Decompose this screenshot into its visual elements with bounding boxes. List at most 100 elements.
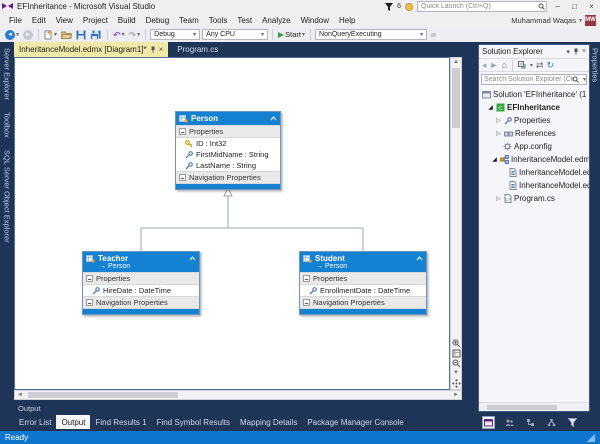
collapse-entity-icon[interactable]	[416, 256, 423, 261]
refresh-icon[interactable]: ↻	[546, 60, 554, 71]
editor-horizontal-scrollbar[interactable]: ◄ ►	[14, 390, 462, 400]
home-icon[interactable]: ⌂	[501, 60, 506, 70]
solution-explorer-scrollbar[interactable]	[479, 402, 589, 411]
undo-button[interactable]: ↶ ▾	[112, 30, 126, 40]
navigate-forward-button[interactable]: ▸	[22, 29, 34, 40]
tab-error-list[interactable]: Error List	[14, 415, 56, 429]
tree-item-inheritancemodel-child[interactable]: InheritanceModel.edmx	[479, 179, 589, 192]
property-row[interactable]: HireDate : DateTime	[83, 285, 199, 296]
menu-team[interactable]: Team	[174, 16, 204, 25]
sql-server-object-explorer-tab[interactable]: SQL Server Object Explorer	[2, 144, 13, 249]
menu-build[interactable]: Build	[113, 16, 141, 25]
open-file-button[interactable]	[60, 30, 73, 39]
resize-grip[interactable]	[587, 433, 595, 442]
user-dropdown-icon[interactable]: ▾	[579, 17, 582, 24]
editor-vertical-scrollbar[interactable]: ▲ ▼	[450, 57, 462, 390]
collapse-section-icon[interactable]	[179, 128, 186, 135]
collapse-all-icon[interactable]	[517, 60, 527, 70]
maximize-button[interactable]: □	[568, 1, 581, 12]
scrollbar-thumb[interactable]	[452, 68, 460, 128]
edmx-designer-canvas[interactable]: Person Properties ID: Int32 FirstMidNam…	[14, 57, 450, 390]
menu-edit[interactable]: Edit	[27, 16, 51, 25]
menu-file[interactable]: File	[4, 16, 27, 25]
pin-icon[interactable]	[150, 46, 156, 53]
tree-item-inheritancemodel-edmx[interactable]: ◢ InheritanceModel.edmx	[479, 153, 589, 166]
panel-menu-icon[interactable]: ▾	[566, 48, 570, 56]
toolbar-options-icon[interactable]	[429, 31, 438, 39]
menu-analyze[interactable]: Analyze	[257, 16, 295, 25]
property-row[interactable]: FirstMidName : String	[176, 149, 280, 160]
feedback-icon[interactable]	[405, 2, 413, 11]
tree-item-program-cs[interactable]: ▷ C# Program.cs	[479, 192, 589, 205]
expanded-arrow-icon[interactable]: ◢	[491, 156, 498, 163]
menu-window[interactable]: Window	[296, 16, 334, 25]
scroll-up-icon[interactable]: ▲	[453, 58, 459, 67]
tab-find-symbol-results[interactable]: Find Symbol Results	[152, 415, 235, 429]
collapse-entity-icon[interactable]	[189, 256, 196, 261]
class-view-tab-icon[interactable]	[524, 416, 537, 429]
scrollbar-thumb[interactable]	[487, 404, 557, 410]
navigate-back-button[interactable]: ◂ ▾	[4, 29, 20, 40]
save-button[interactable]	[75, 30, 87, 40]
entity-student[interactable]: Student → Person Properties EnrollmentDa…	[299, 251, 427, 315]
team-explorer-tab-icon[interactable]	[503, 416, 516, 429]
collapsed-arrow-icon[interactable]: ▷	[495, 117, 502, 124]
collapse-section-icon[interactable]	[303, 275, 310, 282]
expanded-arrow-icon[interactable]: ◢	[487, 104, 494, 111]
collapse-section-icon[interactable]	[303, 299, 310, 306]
tab-mapping-details[interactable]: Mapping Details	[235, 415, 302, 429]
solution-platform-dropdown[interactable]: Any CPU ▾	[202, 29, 269, 40]
property-row[interactable]: EnrollmentDate : DateTime	[300, 285, 426, 296]
server-explorer-tab[interactable]: Server Explorer	[2, 42, 13, 106]
filter-tab-icon[interactable]	[566, 416, 579, 429]
tree-item-solution[interactable]: Solution 'EFInheritance' (1 project)	[479, 88, 589, 101]
quick-launch-input[interactable]	[417, 1, 547, 12]
collapse-section-icon[interactable]	[86, 299, 93, 306]
menu-debug[interactable]: Debug	[141, 16, 175, 25]
minimize-button[interactable]: –	[551, 1, 564, 12]
close-tab-icon[interactable]: ×	[159, 45, 164, 54]
property-row[interactable]: ID : Int32	[176, 138, 280, 149]
redo-button[interactable]: ↷ ▾	[128, 30, 142, 40]
menu-test[interactable]: Test	[232, 16, 257, 25]
avatar[interactable]: MW	[585, 14, 596, 26]
scroll-left-icon[interactable]: ◄	[15, 392, 25, 398]
pin-icon[interactable]	[573, 48, 579, 55]
output-panel-title[interactable]: Output	[14, 404, 462, 415]
collapse-section-icon[interactable]	[86, 275, 93, 282]
scroll-right-icon[interactable]: ►	[451, 392, 461, 398]
entity-teacher[interactable]: Teacher → Person Properties HireDate: D…	[82, 251, 200, 315]
solution-explorer-title-bar[interactable]: Solution Explorer ▾ ×	[479, 45, 589, 58]
collapsed-arrow-icon[interactable]: ▷	[495, 130, 502, 137]
properties-tab[interactable]: Properties	[590, 42, 600, 88]
object-browser-tab-icon[interactable]	[545, 416, 558, 429]
save-all-button[interactable]	[89, 30, 103, 40]
sync-with-active-document-icon[interactable]: ⇄	[536, 60, 544, 71]
collapse-section-icon[interactable]	[179, 174, 186, 181]
search-options-icon[interactable]: ▾	[583, 76, 586, 83]
tree-item-app-config[interactable]: App.config	[479, 140, 589, 153]
pan-icon[interactable]	[451, 379, 461, 388]
zoom-in-icon[interactable]	[452, 339, 461, 348]
close-panel-icon[interactable]: ×	[582, 48, 586, 55]
new-item-button[interactable]: ▾	[43, 29, 58, 40]
zoom-out-icon[interactable]	[452, 359, 461, 368]
menu-view[interactable]: View	[51, 16, 78, 25]
tab-program-cs[interactable]: Program.cs	[168, 42, 227, 57]
user-name[interactable]: Muhammad Waqas	[511, 16, 576, 25]
tab-find-results-1[interactable]: Find Results 1	[90, 415, 151, 429]
scope-dropdown-icon[interactable]: ▾	[530, 62, 533, 69]
property-row[interactable]: LastName : String	[176, 160, 280, 171]
collapsed-arrow-icon[interactable]: ▷	[495, 195, 502, 202]
toolbox-tab[interactable]: Toolbox	[2, 106, 13, 144]
back-icon[interactable]: ◂	[482, 60, 487, 71]
tab-package-manager-console[interactable]: Package Manager Console	[302, 415, 409, 429]
forward-icon[interactable]: ►	[490, 60, 499, 70]
entity-person[interactable]: Person Properties ID: Int32 FirstMidNam…	[175, 111, 281, 190]
menu-help[interactable]: Help	[334, 16, 360, 25]
menu-tools[interactable]: Tools	[204, 16, 233, 25]
collapse-entity-icon[interactable]	[270, 116, 277, 121]
tree-item-project-efinheritance[interactable]: ◢ C EFInheritance	[479, 101, 589, 114]
tree-item-inheritancemodel-child[interactable]: InheritanceModel.edmx	[479, 166, 589, 179]
tree-item-properties[interactable]: ▷ Properties	[479, 114, 589, 127]
